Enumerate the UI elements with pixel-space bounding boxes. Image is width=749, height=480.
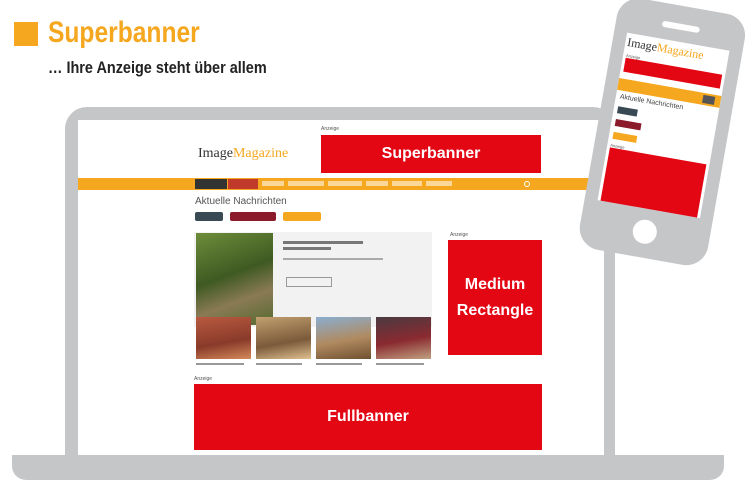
medium-rectangle-ad: Medium Rectangle	[448, 240, 542, 355]
thumbnail-caption	[256, 363, 302, 365]
article-thumbnail	[316, 317, 371, 359]
laptop-screen: Anzeige ImageMagazine Superbanner Aktuel…	[78, 120, 604, 455]
article-thumbnail	[376, 317, 431, 359]
featured-article-image	[196, 233, 273, 325]
superbanner-infographic: Superbanner … Ihre Anzeige steht über al…	[0, 0, 749, 480]
nav-item	[426, 181, 452, 186]
nav-item	[392, 181, 422, 186]
nav-item	[262, 181, 284, 186]
nav-item	[328, 181, 362, 186]
phone-category-pill	[616, 106, 638, 117]
page-title: Superbanner	[48, 16, 200, 49]
medium-rectangle-line1: Medium	[464, 275, 526, 293]
article-thumbnail	[196, 317, 251, 359]
medium-rectangle-ad-label: Anzeige	[450, 232, 469, 238]
category-pill	[283, 212, 321, 221]
site-logo: ImageMagazine	[198, 146, 288, 162]
medium-rectangle-line2: Rectangle	[456, 301, 534, 319]
superbanner-ad: Superbanner	[321, 135, 541, 173]
search-icon	[524, 181, 530, 187]
phone-category-pill	[612, 131, 638, 143]
article-text-line	[283, 258, 383, 260]
phone-logo-part-image: Image	[626, 34, 659, 54]
article-title-line	[283, 247, 331, 250]
category-pill	[195, 212, 223, 221]
news-heading: Aktuelle Nachrichten	[195, 196, 287, 207]
heading-marker	[14, 22, 38, 46]
thumbnail-caption	[376, 363, 424, 365]
nav-item	[366, 181, 388, 186]
logo-part-magazine: Magazine	[232, 146, 289, 161]
fullbanner-ad-label: Anzeige	[194, 376, 213, 382]
category-pill	[230, 212, 276, 221]
article-title-line	[283, 241, 363, 244]
laptop-base	[12, 455, 724, 480]
logo-part-image: Image	[198, 146, 233, 161]
nav-item-highlight	[228, 179, 258, 189]
thumbnail-caption	[196, 363, 244, 365]
phone-mockup: ImageMagazine Anzeige Aktuelle Nachricht…	[576, 0, 749, 275]
nav-item-active	[195, 179, 227, 189]
read-more-button	[286, 277, 332, 287]
thumbnail-caption	[316, 363, 362, 365]
fullbanner-ad: Fullbanner	[194, 384, 542, 450]
phone-category-pill	[614, 119, 642, 131]
page-subtitle: … Ihre Anzeige steht über allem	[48, 58, 267, 77]
article-thumbnail	[256, 317, 311, 359]
nav-item	[288, 181, 324, 186]
superbanner-ad-label: Anzeige	[321, 126, 340, 132]
